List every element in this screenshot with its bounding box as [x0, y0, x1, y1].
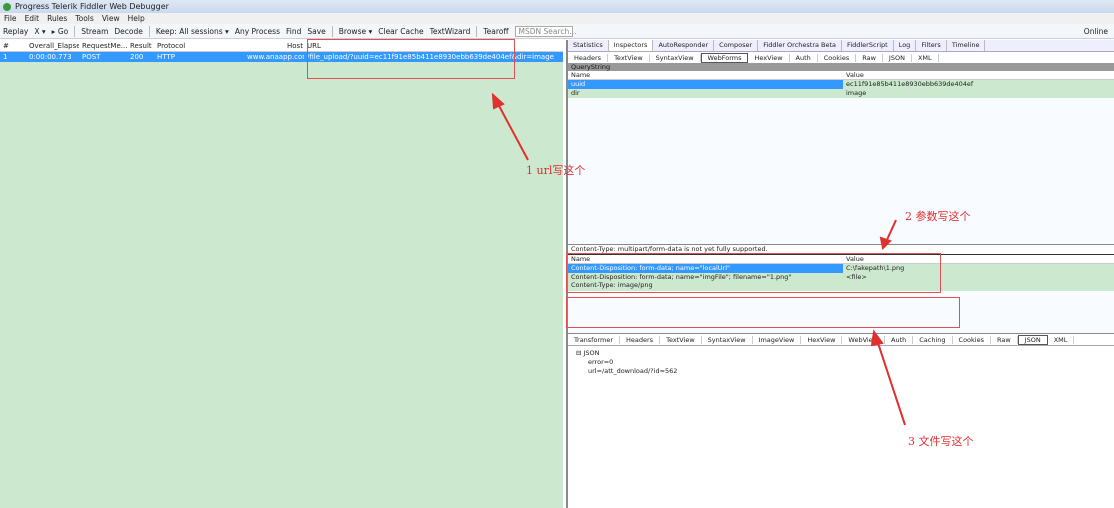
arrow-url-icon	[496, 101, 529, 161]
arrow-file-icon	[876, 339, 906, 426]
arrow-params-icon	[885, 219, 897, 243]
annotation-arrows	[491, 92, 906, 426]
